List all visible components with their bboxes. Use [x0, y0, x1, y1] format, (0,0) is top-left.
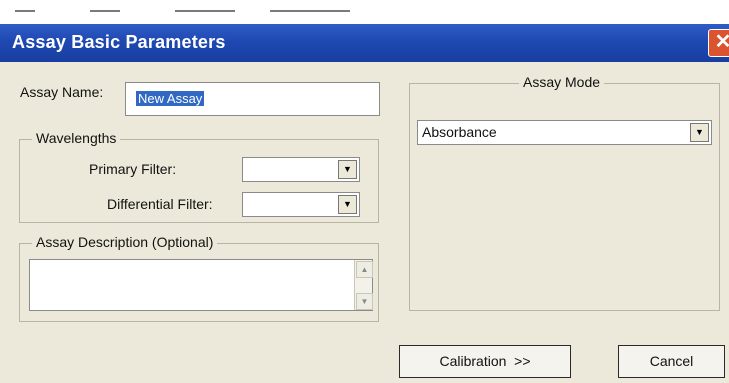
wavelengths-group: Wavelengths Primary Filter: ▼ Differenti… — [19, 130, 379, 223]
scroll-up-icon[interactable]: ▲ — [356, 261, 373, 278]
assay-name-label: Assay Name: — [20, 84, 104, 100]
chevron-down-icon[interactable]: ▼ — [338, 160, 357, 179]
parent-window-strip — [0, 0, 729, 24]
toolbar-fragment — [270, 10, 350, 12]
assay-description-group: Assay Description (Optional) ▲ ▼ — [19, 234, 379, 322]
wavelengths-legend: Wavelengths — [32, 130, 121, 146]
primary-filter-label: Primary Filter: — [89, 161, 177, 177]
close-icon: ✕ — [714, 31, 729, 53]
assay-name-input[interactable]: New Assay — [125, 82, 380, 116]
dialog-body: Assay Name: New Assay Wavelengths Primar… — [0, 62, 729, 383]
dialog-title: Assay Basic Parameters — [12, 32, 226, 52]
assay-mode-value: Absorbance — [422, 124, 497, 140]
chevron-down-icon[interactable]: ▼ — [338, 195, 357, 214]
toolbar-fragment — [15, 10, 35, 12]
assay-description-textarea[interactable]: ▲ ▼ — [29, 259, 373, 311]
differential-filter-dropdown[interactable]: ▼ — [242, 192, 360, 217]
cancel-button-label: Cancel — [649, 353, 694, 369]
scroll-down-icon[interactable]: ▼ — [356, 293, 373, 310]
toolbar-fragment — [90, 10, 120, 12]
cancel-button[interactable]: Cancel — [618, 345, 725, 378]
toolbar-fragment — [175, 10, 235, 12]
chevron-down-icon[interactable]: ▼ — [690, 123, 709, 142]
calibration-button-label: Calibration >> — [439, 353, 531, 369]
vertical-scrollbar[interactable]: ▲ ▼ — [354, 260, 373, 310]
assay-mode-legend: Assay Mode — [519, 74, 605, 90]
assay-name-value: New Assay — [136, 91, 205, 106]
primary-filter-dropdown[interactable]: ▼ — [242, 157, 360, 182]
assay-description-legend: Assay Description (Optional) — [32, 234, 218, 250]
assay-mode-group: Assay Mode Absorbance ▼ — [409, 74, 720, 311]
dialog-title-bar[interactable]: Assay Basic Parameters ✕ — [0, 24, 729, 62]
differential-filter-label: Differential Filter: — [107, 196, 213, 212]
calibration-button[interactable]: Calibration >> — [399, 345, 571, 378]
close-button[interactable]: ✕ — [708, 29, 729, 57]
assay-mode-dropdown[interactable]: Absorbance ▼ — [417, 120, 712, 145]
